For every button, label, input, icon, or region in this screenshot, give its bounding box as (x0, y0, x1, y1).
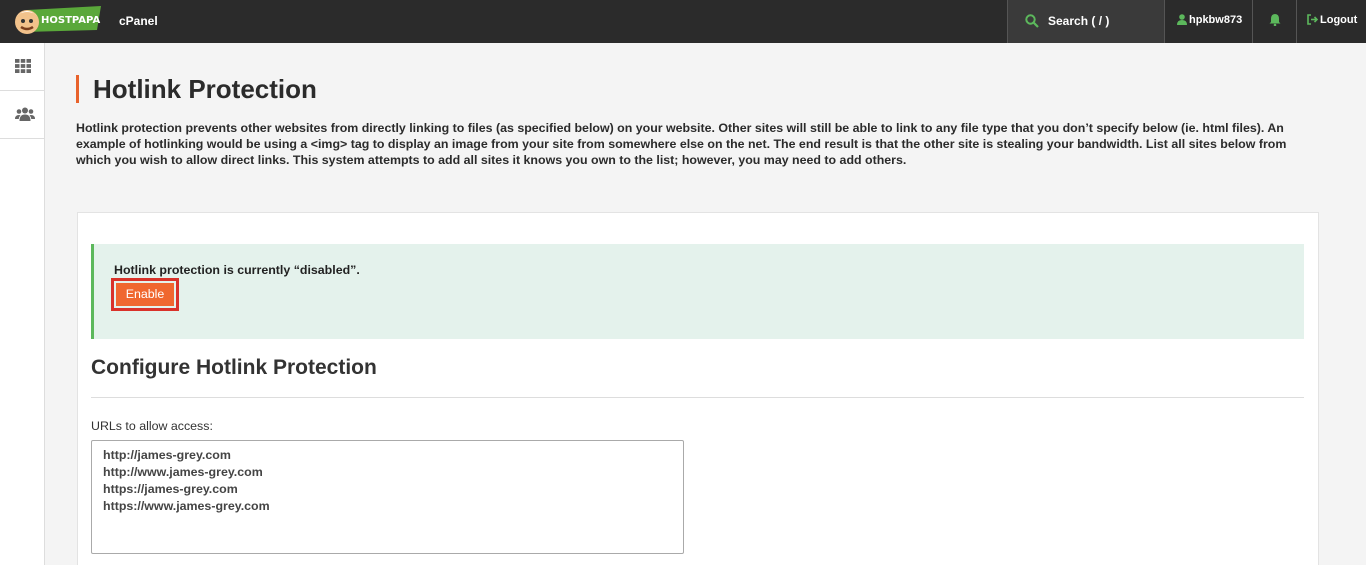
hostpapa-logo[interactable]: HOSTPAPA (13, 4, 101, 37)
url-line: http://james-grey.com (103, 448, 231, 462)
status-alert: Hotlink protection is currently “disable… (91, 244, 1304, 339)
logout-button[interactable]: Logout (1297, 0, 1366, 43)
search-input[interactable]: Search ( / ) (1048, 14, 1109, 28)
page-title: Hotlink Protection (93, 74, 317, 104)
status-message: Hotlink protection is currently “disable… (114, 263, 360, 277)
enable-button-highlight: Enable (111, 278, 179, 311)
urls-label: URLs to allow access: (91, 419, 213, 433)
page-description: Hotlink protection prevents other websit… (76, 121, 1287, 167)
divider (91, 397, 1304, 398)
search-icon (1025, 14, 1039, 28)
sidebar (0, 43, 45, 565)
users-icon (15, 107, 35, 121)
logout-icon (1307, 14, 1318, 25)
bell-icon (1269, 14, 1281, 26)
notifications-button[interactable] (1253, 0, 1297, 43)
enable-button[interactable]: Enable (116, 283, 174, 306)
hotlink-panel: Hotlink protection is currently “disable… (77, 212, 1319, 565)
sidebar-item-tools[interactable] (0, 43, 44, 91)
top-navbar: HOSTPAPA cPanel Search ( / ) hpkbw873 Lo… (0, 0, 1366, 43)
app-name: cPanel (119, 14, 158, 28)
configure-title: Configure Hotlink Protection (91, 356, 377, 379)
search-box[interactable]: Search ( / ) (1007, 0, 1165, 43)
user-menu[interactable]: hpkbw873 (1165, 0, 1253, 43)
urls-textarea[interactable]: http://james-grey.com http://www.james-g… (91, 440, 684, 554)
sidebar-item-users[interactable] (0, 91, 44, 139)
url-line: https://www.james-grey.com (103, 499, 270, 513)
svg-text:HOSTPAPA: HOSTPAPA (41, 15, 100, 26)
url-line: https://james-grey.com (103, 482, 238, 496)
url-line: http://www.james-grey.com (103, 465, 263, 479)
user-icon (1177, 14, 1187, 25)
grid-icon (15, 59, 31, 73)
logout-label: Logout (1320, 14, 1358, 26)
username: hpkbw873 (1189, 14, 1243, 26)
page-title-container: Hotlink Protection (76, 75, 317, 103)
